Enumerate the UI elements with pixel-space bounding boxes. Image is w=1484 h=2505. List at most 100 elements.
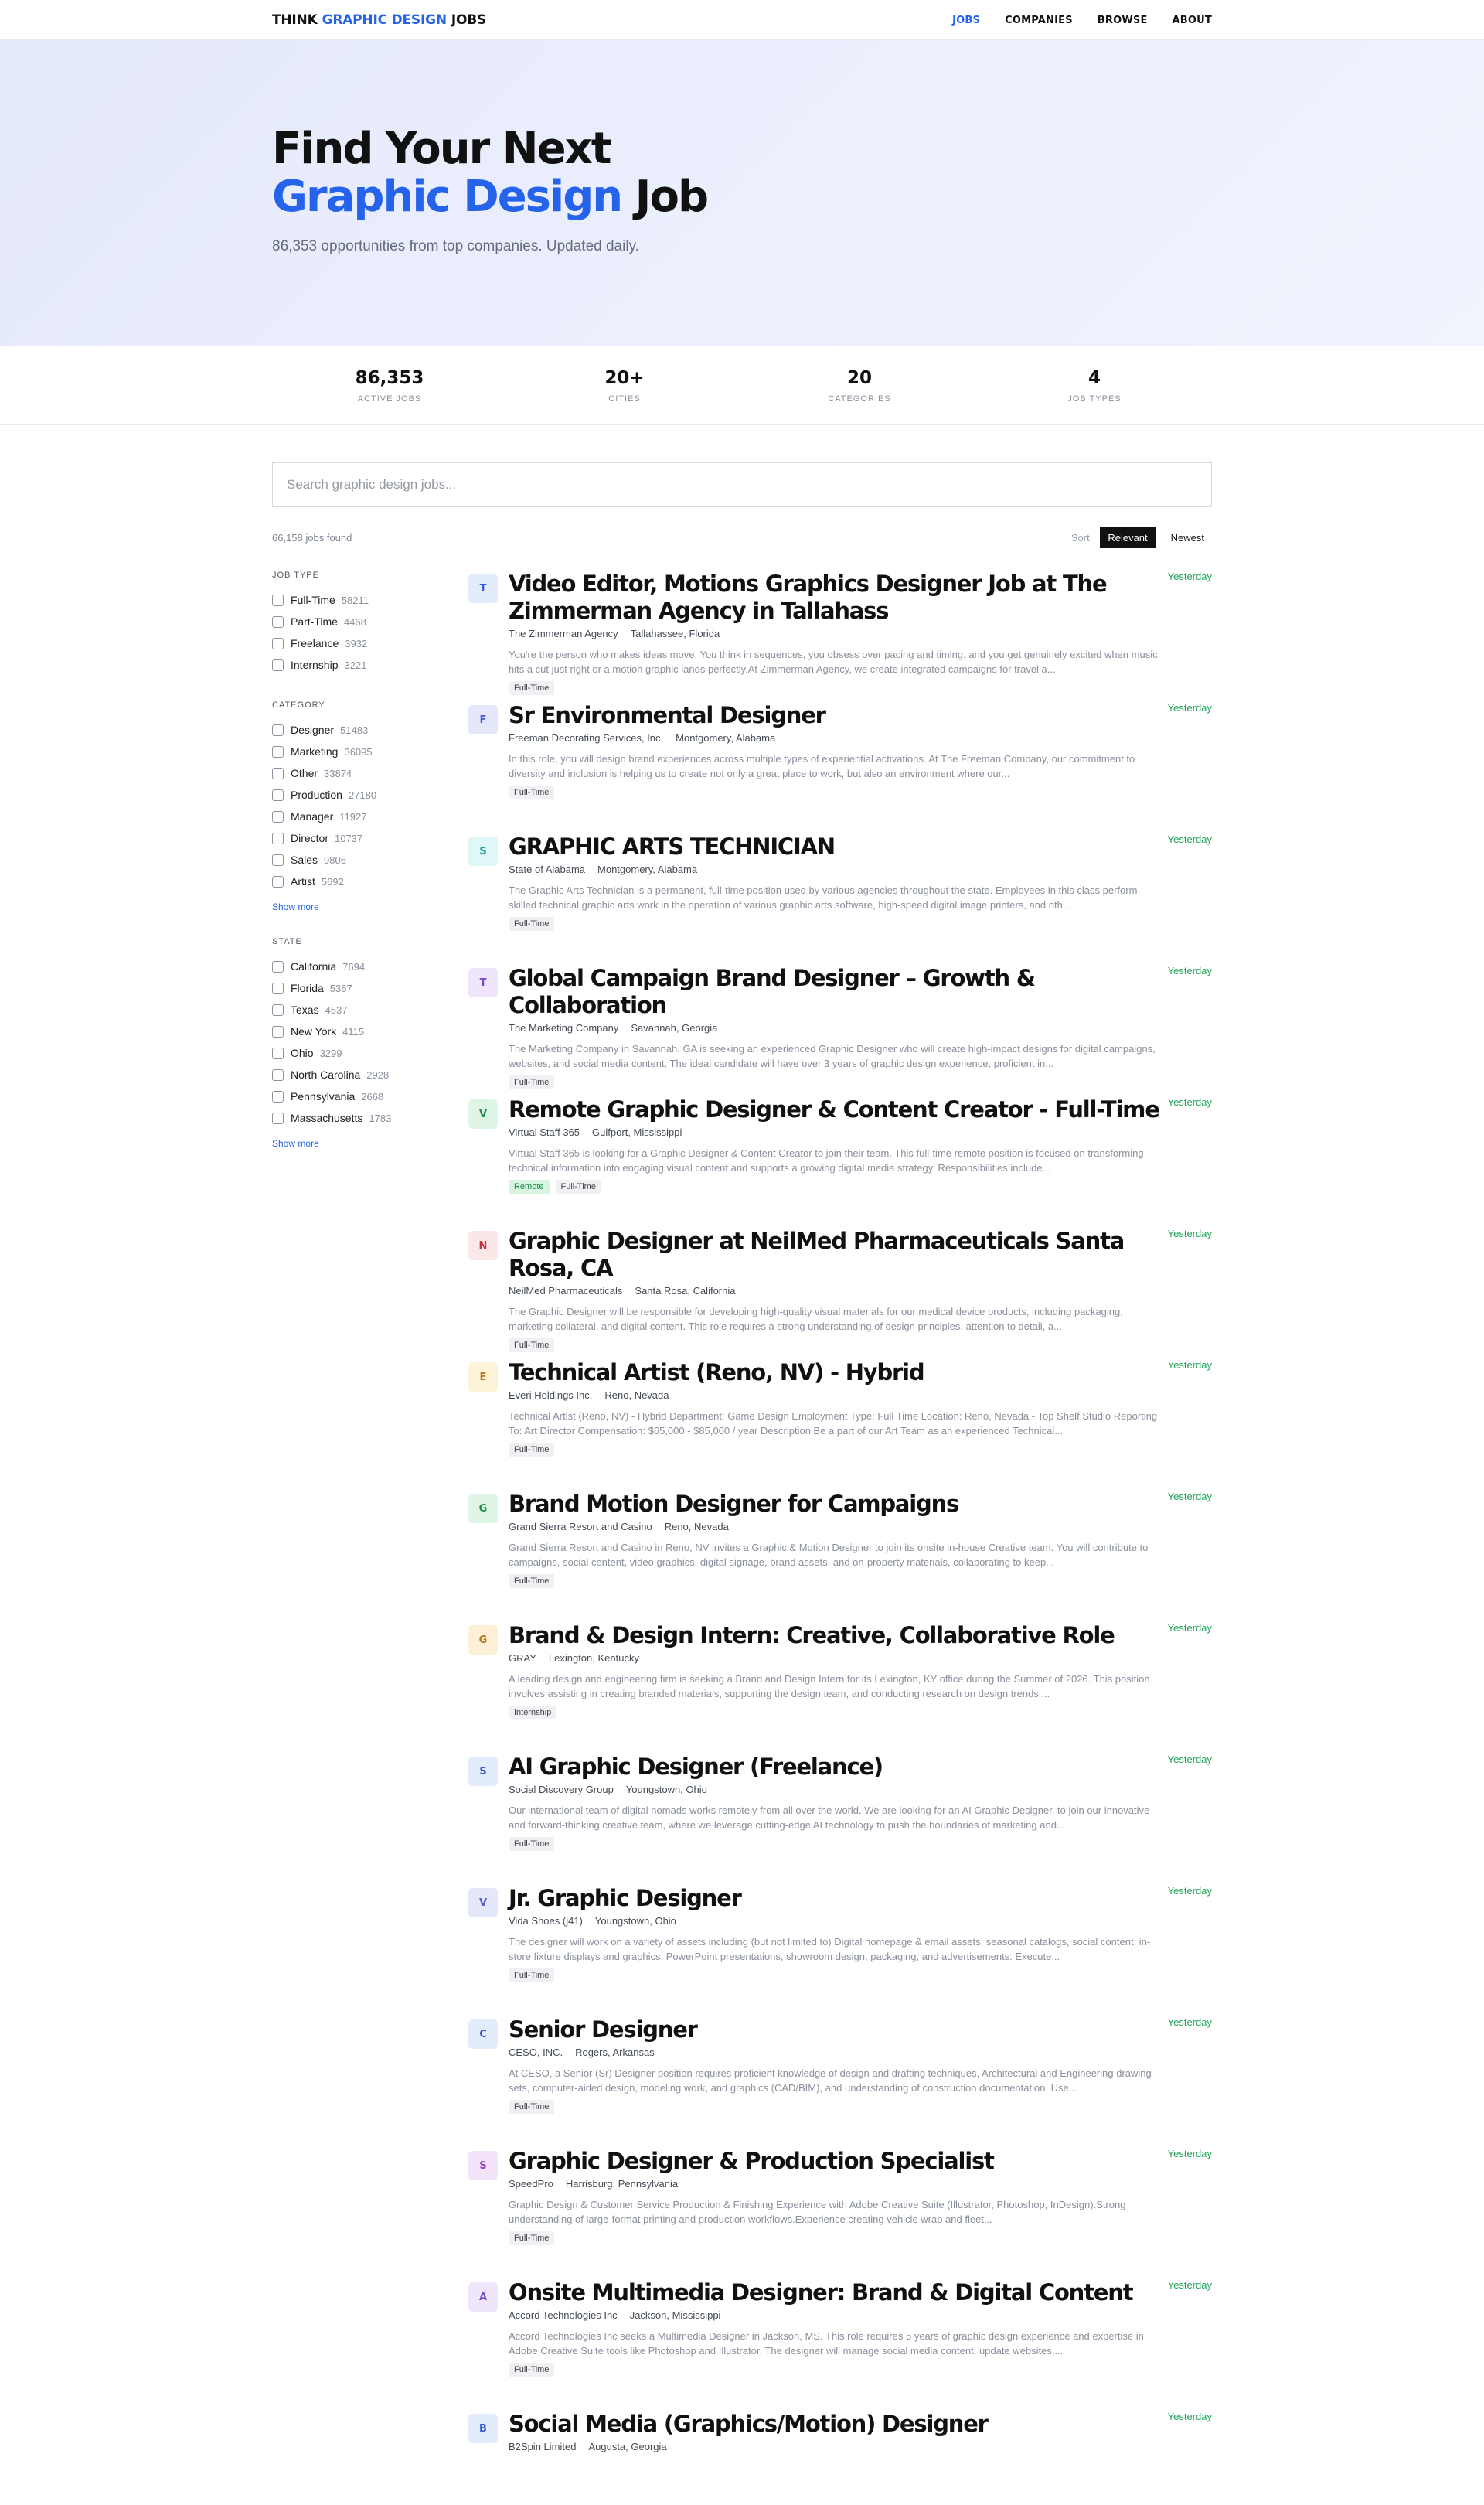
filter-checkbox[interactable] [272,615,284,628]
nav-link-about[interactable]: ABOUT [1173,15,1212,26]
job-description: The Graphic Arts Technician is a permane… [509,884,1138,911]
job-card[interactable]: T Video Editor, Motions Graphics Designer… [468,571,1212,702]
filter-option[interactable]: Texas 4537 [272,999,468,1021]
show-more-link[interactable]: Show more [272,1138,468,1149]
job-posted-date: Yesterday [1167,2016,1212,2028]
site-logo[interactable]: THINK GRAPHIC DESIGN JOBS [272,12,486,28]
job-title[interactable]: Onsite Multimedia Designer: Brand & Digi… [509,2279,1166,2306]
job-title[interactable]: Technical Artist (Reno, NV) - Hybrid [509,1359,1166,1386]
filter-checkbox[interactable] [272,1047,284,1059]
job-card[interactable]: G Brand Motion Designer for Campaigns Gran… [468,1491,1212,1622]
filter-checkbox[interactable] [272,854,284,866]
filter-option[interactable]: Freelance 3932 [272,632,468,654]
filter-option[interactable]: Designer 51483 [272,719,468,741]
job-title[interactable]: Global Campaign Brand Designer – Growth … [509,965,1166,1019]
filter-option[interactable]: Artist 5692 [272,871,468,892]
job-card[interactable]: S GRAPHIC ARTS TECHNICIAN State of Alabama… [468,833,1212,965]
job-card[interactable]: V Remote Graphic Designer & Content Creat… [468,1096,1212,1228]
filter-checkbox[interactable] [272,594,284,606]
filter-option-count: 4537 [325,1004,348,1016]
nav-link-companies[interactable]: COMPANIES [1005,15,1073,26]
job-title[interactable]: Social Media (Graphics/Motion) Designer [509,2411,1166,2438]
filter-checkbox[interactable] [272,637,284,649]
filter-option[interactable]: Manager 11927 [272,806,468,827]
filter-option[interactable]: Part-Time 4468 [272,611,468,632]
filter-option-count: 27180 [348,789,377,801]
stat-label: JOB TYPES [1067,394,1122,404]
filter-option[interactable]: Production 27180 [272,784,468,806]
stat-categories: 20 CATEGORIES [742,346,977,424]
filter-option[interactable]: Massachusetts 1783 [272,1107,468,1129]
job-title[interactable]: Jr. Graphic Designer [509,1885,1166,1912]
job-title[interactable]: Sr Environmental Designer [509,702,1166,729]
filter-checkbox[interactable] [272,745,284,758]
filter-option[interactable]: Director 10737 [272,827,468,849]
job-card[interactable]: F Sr Environmental Designer Freeman Decora… [468,702,1212,833]
job-title[interactable]: Senior Designer [509,2016,1166,2043]
job-title[interactable]: Brand Motion Designer for Campaigns [509,1491,1166,1518]
filter-checkbox[interactable] [272,1112,284,1124]
job-description: Grand Sierra Resort and Casino in Reno, … [509,1542,1149,1568]
nav-link-jobs[interactable]: JOBS [952,15,980,26]
job-title[interactable]: GRAPHIC ARTS TECHNICIAN [509,833,1166,861]
filter-option[interactable]: Pennsylvania 2668 [272,1086,468,1107]
filter-option[interactable]: Florida 5367 [272,977,468,999]
job-card[interactable]: V Jr. Graphic Designer Vida Shoes (j41) You… [468,1885,1212,2016]
job-card[interactable]: G Brand & Design Intern: Creative, Collab… [468,1622,1212,1754]
filter-option[interactable]: California 7694 [272,956,468,977]
job-card-body: Sr Environmental Designer Freeman Decorat… [509,702,1166,833]
filter-checkbox[interactable] [272,1025,284,1038]
filter-checkbox[interactable] [272,960,284,973]
filter-option[interactable]: Marketing 36095 [272,741,468,762]
job-title[interactable]: Video Editor, Motions Graphics Designer … [509,571,1166,625]
job-card[interactable]: T Global Campaign Brand Designer – Growth… [468,965,1212,1096]
filter-option[interactable]: Other 33874 [272,762,468,784]
job-card[interactable]: N Graphic Designer at NeilMed Pharmaceuti… [468,1228,1212,1359]
filter-checkbox[interactable] [272,659,284,671]
search-input[interactable] [287,477,1197,492]
filter-checkbox[interactable] [272,810,284,823]
filter-option[interactable]: Sales 9806 [272,849,468,871]
nav-link-browse[interactable]: BROWSE [1098,15,1148,26]
job-meta: State of Alabama Montgomery, Alabama [509,864,1166,875]
filter-checkbox[interactable] [272,982,284,994]
filter-checkbox[interactable] [272,789,284,801]
filter-checkbox[interactable] [272,724,284,736]
job-tag: Full-Time [509,1443,555,1457]
sort-relevant-button[interactable]: Relevant [1100,527,1156,548]
job-title[interactable]: Graphic Designer at NeilMed Pharmaceutic… [509,1228,1166,1282]
job-location: Tallahassee, Florida [630,628,720,639]
job-title[interactable]: Remote Graphic Designer & Content Creato… [509,1096,1166,1123]
show-more-link[interactable]: Show more [272,901,468,912]
filter-checkbox[interactable] [272,1004,284,1016]
job-card[interactable]: S Graphic Designer & Production Specialis… [468,2148,1212,2279]
filter-checkbox[interactable] [272,875,284,888]
logo-part-graphic-design: GRAPHIC DESIGN [322,12,447,28]
job-posted-date: Yesterday [1167,1228,1212,1239]
job-title[interactable]: AI Graphic Designer (Freelance) [509,1754,1166,1781]
filter-checkbox[interactable] [272,767,284,779]
filter-option[interactable]: Full-Time 58211 [272,589,468,611]
sort-newest-button[interactable]: Newest [1163,527,1212,548]
job-tag: Full-Time [509,1075,555,1089]
job-title[interactable]: Graphic Designer & Production Specialist [509,2148,1166,2175]
filter-checkbox[interactable] [272,1068,284,1081]
job-description: Virtual Staff 365 is looking for a Graph… [509,1147,1144,1174]
job-card[interactable]: C Senior Designer CESO, INC. Rogers, Arkans… [468,2016,1212,2148]
filter-option[interactable]: Internship 3221 [272,654,468,676]
filter-option-label: Artist [291,875,315,888]
job-description: Graphic Design & Customer Service Produc… [509,2199,1126,2225]
job-card[interactable]: E Technical Artist (Reno, NV) - Hybrid Eve… [468,1359,1212,1491]
filter-option[interactable]: New York 4115 [272,1021,468,1042]
job-card[interactable]: S AI Graphic Designer (Freelance) Social D… [468,1754,1212,1885]
filter-option[interactable]: Ohio 3299 [272,1042,468,1064]
filter-checkbox[interactable] [272,832,284,844]
job-title[interactable]: Brand & Design Intern: Creative, Collabo… [509,1622,1166,1649]
job-card[interactable]: B Social Media (Graphics/Motion) Designer… [468,2411,1212,2505]
filter-group-job-type: JOB TYPE Full-Time 58211 Part-Time 4468 Free… [272,571,468,676]
main-content: 66,158 jobs found Sort: Relevant Newest … [272,462,1212,2505]
filter-checkbox[interactable] [272,1090,284,1103]
job-meta: B2Spin Limited Augusta, Georgia [509,2441,1166,2452]
job-card[interactable]: A Onsite Multimedia Designer: Brand & Dig… [468,2279,1212,2411]
filter-option[interactable]: North Carolina 2928 [272,1064,468,1086]
